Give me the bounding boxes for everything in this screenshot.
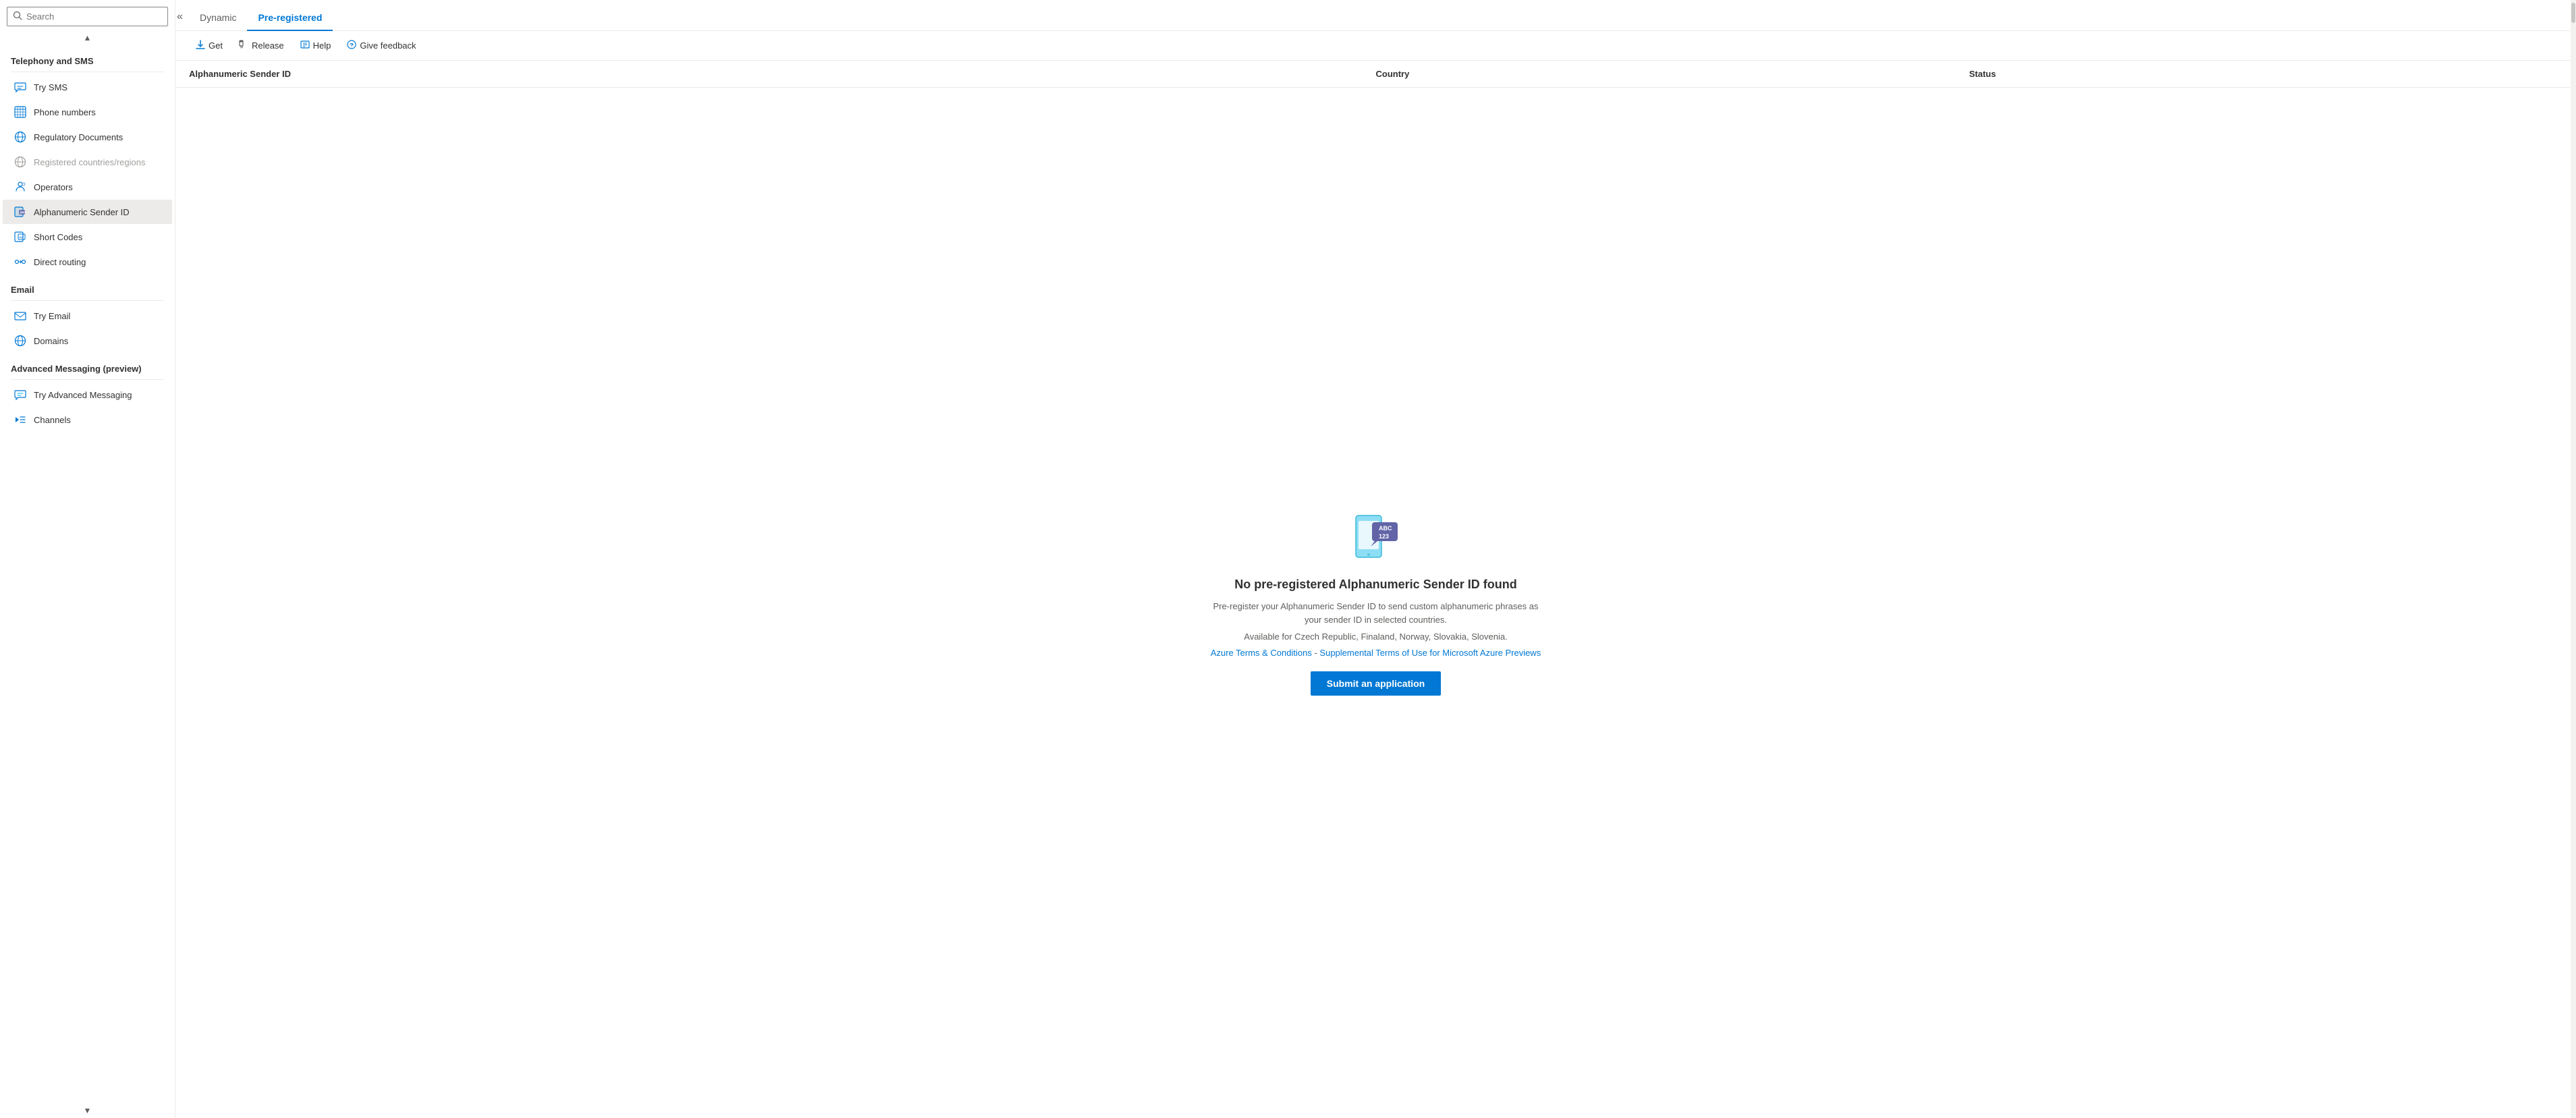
tab-dynamic[interactable]: Dynamic xyxy=(189,5,247,31)
azure-terms-link[interactable]: Azure Terms & Conditions xyxy=(1211,648,1312,658)
try-sms-icon xyxy=(13,80,27,94)
scroll-down-arrow[interactable]: ▼ xyxy=(0,1103,175,1118)
svg-text:ABC: ABC xyxy=(20,211,26,214)
phone-numbers-icon xyxy=(13,105,27,119)
feedback-button[interactable]: Give feedback xyxy=(340,36,422,55)
section-header-telephony: Telephony and SMS xyxy=(0,48,175,69)
empty-state-description-line1: Pre-register your Alphanumeric Sender ID… xyxy=(1207,600,1545,626)
help-icon xyxy=(300,40,310,51)
section-header-email: Email xyxy=(0,277,175,298)
sidebar-item-short-codes[interactable]: 123 Short Codes xyxy=(3,225,172,249)
svg-text:123: 123 xyxy=(19,235,24,239)
release-label: Release xyxy=(252,40,284,51)
toolbar: Get Release Help xyxy=(175,31,2576,61)
try-email-icon xyxy=(13,309,27,323)
sidebar-item-try-sms-label: Try SMS xyxy=(34,82,67,92)
get-label: Get xyxy=(209,40,223,51)
regulatory-docs-icon xyxy=(13,130,27,144)
sidebar-item-try-advanced-messaging-label: Try Advanced Messaging xyxy=(34,390,132,400)
feedback-icon xyxy=(347,40,356,51)
supplemental-terms-link[interactable]: Supplemental Terms of Use for Microsoft … xyxy=(1319,648,1541,658)
empty-state-illustration: ABC 123 xyxy=(1349,510,1403,564)
help-label: Help xyxy=(313,40,331,51)
direct-routing-icon xyxy=(13,255,27,269)
submit-application-button[interactable]: Submit an application xyxy=(1311,671,1441,696)
search-box[interactable] xyxy=(7,7,168,26)
empty-state-links: Azure Terms & Conditions - Supplemental … xyxy=(1211,648,1541,658)
scroll-up-arrow[interactable]: ▲ xyxy=(0,30,175,45)
table-header: Alphanumeric Sender ID Country Status xyxy=(175,61,2576,88)
sidebar-item-channels[interactable]: Channels xyxy=(3,408,172,432)
sidebar-item-domains-label: Domains xyxy=(34,336,68,346)
sidebar-item-registered-countries-label: Registered countries/regions xyxy=(34,157,145,167)
col-header-country: Country xyxy=(1376,69,1969,79)
get-icon xyxy=(196,40,205,51)
sidebar-item-short-codes-label: Short Codes xyxy=(34,232,82,242)
svg-text:ABC: ABC xyxy=(1379,525,1392,532)
release-button[interactable]: Release xyxy=(232,36,291,55)
empty-state: ABC 123 No pre-registered Alphanumeric S… xyxy=(175,88,2576,1118)
sidebar-item-phone-numbers[interactable]: Phone numbers xyxy=(3,100,172,124)
tabs-bar: Dynamic Pre-registered xyxy=(175,0,2576,31)
sidebar-item-registered-countries: Registered countries/regions xyxy=(3,150,172,174)
tab-pre-registered[interactable]: Pre-registered xyxy=(247,5,333,31)
section-divider-email xyxy=(11,300,164,301)
get-button[interactable]: Get xyxy=(189,36,229,55)
scrollbar-thumb xyxy=(2571,3,2575,23)
main-content: Dynamic Pre-registered Get Re xyxy=(175,0,2576,1118)
col-header-sender-id: Alphanumeric Sender ID xyxy=(189,69,1376,79)
scrollbar-right[interactable] xyxy=(2571,0,2576,1118)
section-divider-advanced-messaging xyxy=(11,379,164,380)
svg-text:123: 123 xyxy=(1379,533,1389,540)
sidebar-item-operators-label: Operators xyxy=(34,182,73,192)
sidebar-item-alphanumeric-sender-id[interactable]: ABC Alphanumeric Sender ID xyxy=(3,200,172,224)
sidebar-item-direct-routing[interactable]: Direct routing xyxy=(3,250,172,274)
registered-countries-icon xyxy=(13,155,27,169)
help-button[interactable]: Help xyxy=(294,36,338,55)
section-header-advanced-messaging: Advanced Messaging (preview) xyxy=(0,356,175,376)
sidebar-item-channels-label: Channels xyxy=(34,415,71,425)
sidebar-item-operators[interactable]: Operators xyxy=(3,175,172,199)
col-header-status: Status xyxy=(1969,69,2563,79)
sidebar-item-direct-routing-label: Direct routing xyxy=(34,257,86,267)
empty-state-title: No pre-registered Alphanumeric Sender ID… xyxy=(1234,578,1516,592)
short-codes-icon: 123 xyxy=(13,230,27,244)
try-advanced-messaging-icon xyxy=(13,388,27,401)
sidebar-item-try-email[interactable]: Try Email xyxy=(3,304,172,328)
sidebar-item-try-email-label: Try Email xyxy=(34,311,70,321)
sidebar-item-phone-numbers-label: Phone numbers xyxy=(34,107,96,117)
domains-icon xyxy=(13,334,27,347)
sidebar-item-try-sms[interactable]: Try SMS xyxy=(3,75,172,99)
feedback-label: Give feedback xyxy=(360,40,416,51)
search-icon xyxy=(13,11,22,22)
search-input[interactable] xyxy=(26,11,162,22)
sidebar-item-domains[interactable]: Domains xyxy=(3,329,172,353)
empty-state-description-line2: Available for Czech Republic, Finaland, … xyxy=(1244,630,1507,644)
sidebar-item-alphanumeric-label: Alphanumeric Sender ID xyxy=(34,207,130,217)
sidebar-item-regulatory-docs-label: Regulatory Documents xyxy=(34,132,123,142)
alphanumeric-sender-icon: ABC xyxy=(13,205,27,219)
sidebar-scroll: Telephony and SMS Try SMS xyxy=(0,45,175,1103)
release-icon xyxy=(239,40,248,51)
operators-icon xyxy=(13,180,27,194)
sidebar-item-regulatory-documents[interactable]: Regulatory Documents xyxy=(3,125,172,149)
sidebar: ▲ Telephony and SMS Try SMS xyxy=(0,0,175,1118)
sidebar-item-try-advanced-messaging[interactable]: Try Advanced Messaging xyxy=(3,383,172,407)
sidebar-collapse-button[interactable]: « xyxy=(174,8,186,26)
channels-icon xyxy=(13,413,27,426)
